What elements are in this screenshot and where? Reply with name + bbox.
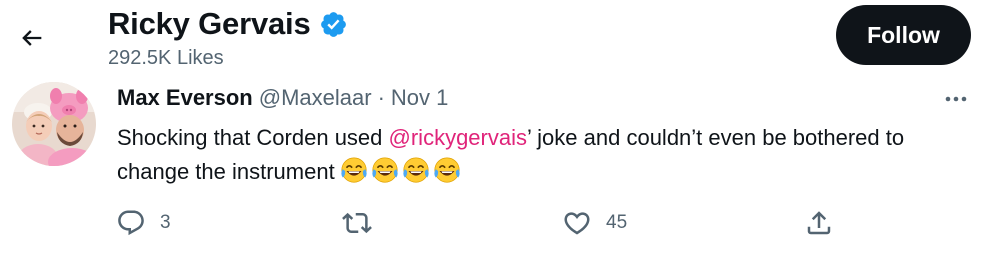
reply-icon <box>118 210 144 236</box>
likes-count: 292.5K Likes <box>108 47 224 69</box>
tears-of-joy-emoji-icon <box>372 157 398 183</box>
avatar[interactable] <box>12 82 96 166</box>
author-handle[interactable]: @Maxelaar <box>259 85 372 111</box>
heart-icon <box>564 212 590 235</box>
reply-button[interactable]: 3 <box>116 206 171 240</box>
profile-likes-page: Ricky Gervais 292.5K Likes Follow Max Ev… <box>0 0 990 256</box>
tweet-date[interactable]: Nov 1 <box>391 85 448 111</box>
author-display-name[interactable]: Max Everson <box>117 85 253 111</box>
verified-badge-icon <box>319 10 348 39</box>
retweet-button[interactable] <box>342 206 386 240</box>
header-title-row: Ricky Gervais <box>108 4 348 44</box>
page-title: Ricky Gervais <box>108 6 311 41</box>
retweet-icon <box>342 212 372 234</box>
arrow-left-icon <box>22 30 42 46</box>
tears-of-joy-emoji-icon <box>341 157 367 183</box>
like-count: 45 <box>606 212 628 233</box>
tweet-text-start: Shocking that Corden used <box>117 125 389 150</box>
avatar-image <box>12 82 96 166</box>
emoji-row <box>339 155 462 185</box>
share-button[interactable] <box>804 206 848 240</box>
share-icon <box>807 211 831 235</box>
tweet-text: Shocking that Corden used @rickygervais’… <box>117 121 917 189</box>
tears-of-joy-emoji-icon <box>403 157 429 183</box>
back-button[interactable] <box>14 20 50 56</box>
meta-separator: · <box>377 85 385 110</box>
like-button[interactable]: 45 <box>562 206 627 240</box>
mention-link[interactable]: @rickygervais <box>389 125 527 150</box>
more-options-button[interactable] <box>940 86 972 112</box>
follow-button[interactable]: Follow <box>836 5 971 65</box>
reply-count: 3 <box>160 212 171 233</box>
tweet-header: Max Everson @Maxelaar · Nov 1 <box>117 85 448 113</box>
tears-of-joy-emoji-icon <box>434 157 460 183</box>
more-horizontal-icon <box>945 96 967 102</box>
